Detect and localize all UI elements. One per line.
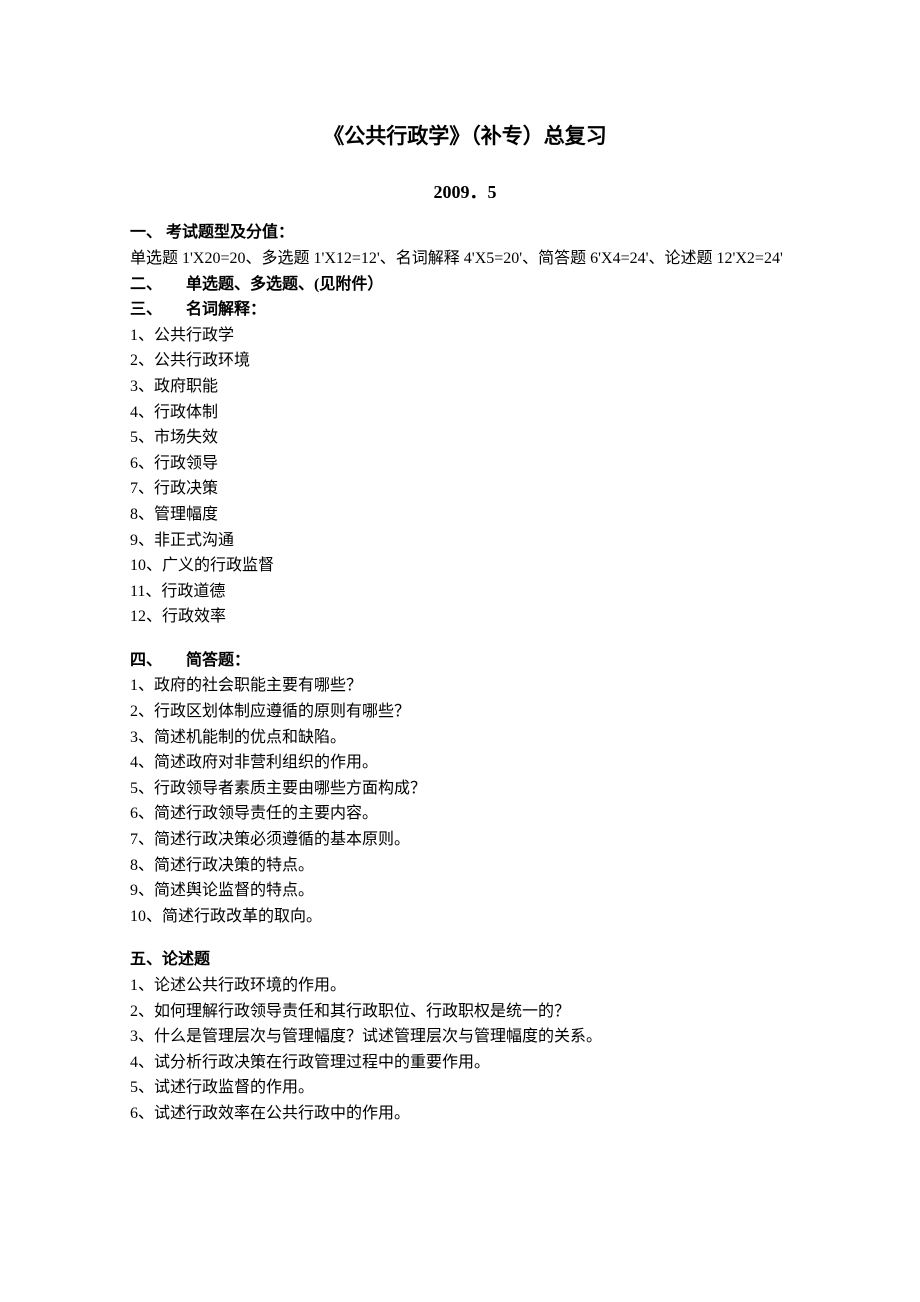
- essay-item: 4、试分析行政决策在行政管理过程中的重要作用。: [130, 1050, 800, 1076]
- term-item: 9、非正式沟通: [130, 528, 800, 554]
- term-item: 8、管理幅度: [130, 502, 800, 528]
- term-item: 10、广义的行政监督: [130, 553, 800, 579]
- short-answer-item: 3、简述机能制的优点和缺陷。: [130, 725, 800, 751]
- term-item: 7、行政决策: [130, 476, 800, 502]
- section-1-heading: 一、 考试题型及分值：: [130, 220, 800, 246]
- document-page: 《公共行政学》（补专）总复习 2009．5 一、 考试题型及分值： 单选题 1'…: [0, 0, 920, 1302]
- section-4-heading: 四、 简答题：: [130, 648, 800, 674]
- short-answer-item: 1、政府的社会职能主要有哪些？: [130, 673, 800, 699]
- term-item: 11、行政道德: [130, 579, 800, 605]
- essay-item: 1、论述公共行政环境的作用。: [130, 973, 800, 999]
- term-item: 1、公共行政学: [130, 323, 800, 349]
- section-5-heading: 五、论述题: [130, 947, 800, 973]
- short-answer-item: 5、行政领导者素质主要由哪些方面构成？: [130, 776, 800, 802]
- term-item: 2、公共行政环境: [130, 348, 800, 374]
- short-answer-item: 4、简述政府对非营利组织的作用。: [130, 750, 800, 776]
- term-item: 6、行政领导: [130, 451, 800, 477]
- term-item: 5、市场失效: [130, 425, 800, 451]
- short-answer-item: 10、简述行政改革的取向。: [130, 904, 800, 930]
- section-3-heading: 三、 名词解释：: [130, 297, 800, 323]
- short-answer-item: 8、简述行政决策的特点。: [130, 853, 800, 879]
- short-answer-item: 2、行政区划体制应遵循的原则有哪些？: [130, 699, 800, 725]
- section-1-body: 单选题 1'X20=20、多选题 1'X12=12'、名词解释 4'X5=20'…: [130, 246, 800, 272]
- document-date: 2009．5: [130, 178, 800, 207]
- term-item: 12、行政效率: [130, 604, 800, 630]
- essay-item: 2、如何理解行政领导责任和其行政职位、行政职权是统一的？: [130, 999, 800, 1025]
- essay-item: 5、试述行政监督的作用。: [130, 1075, 800, 1101]
- term-item: 4、行政体制: [130, 400, 800, 426]
- short-answer-item: 6、简述行政领导责任的主要内容。: [130, 801, 800, 827]
- section-2-heading: 二、 单选题、多选题、(见附件）: [130, 272, 800, 298]
- document-title: 《公共行政学》（补专）总复习: [130, 120, 800, 154]
- short-answer-item: 7、简述行政决策必须遵循的基本原则。: [130, 827, 800, 853]
- term-item: 3、政府职能: [130, 374, 800, 400]
- short-answer-item: 9、简述舆论监督的特点。: [130, 878, 800, 904]
- essay-item: 6、试述行政效率在公共行政中的作用。: [130, 1101, 800, 1127]
- essay-item: 3、什么是管理层次与管理幅度？试述管理层次与管理幅度的关系。: [130, 1024, 800, 1050]
